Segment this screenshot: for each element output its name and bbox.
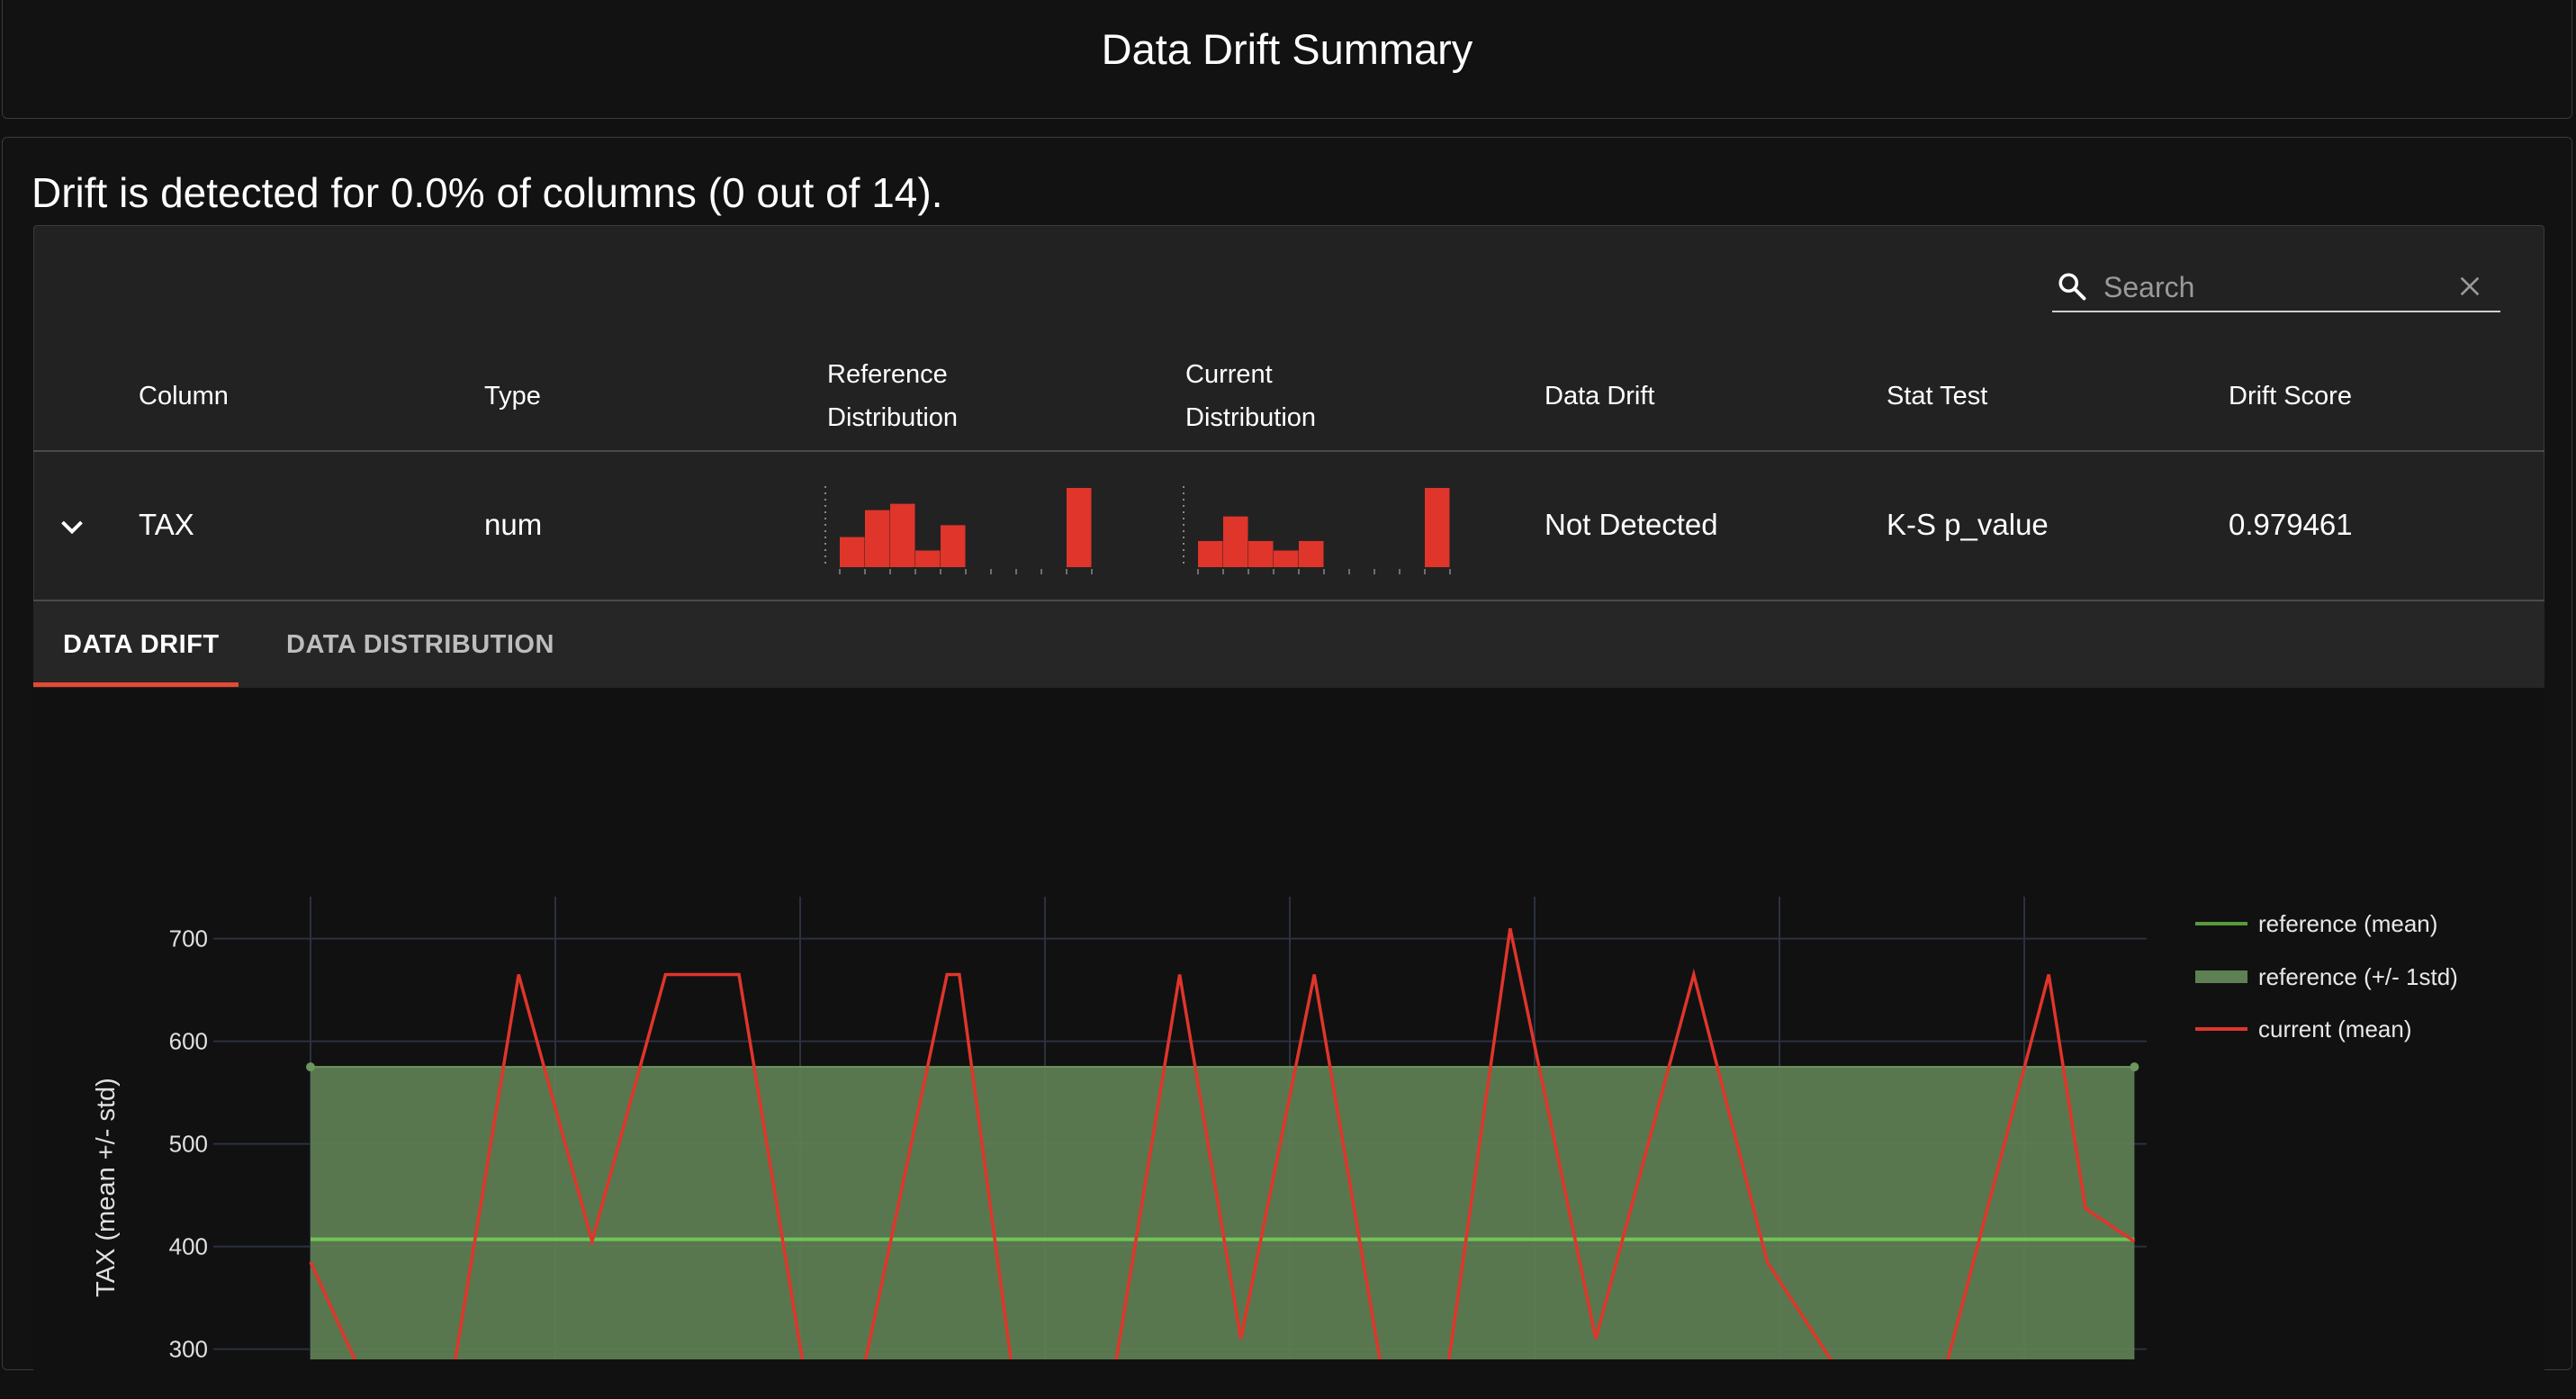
legend-swatch	[2195, 970, 2247, 983]
current-distribution-sparkline	[1183, 486, 1451, 574]
search-icon	[2058, 273, 2086, 301]
column-header-reference-line1: Reference	[827, 360, 948, 389]
summary-header-panel: Data Drift Summary	[2, 0, 2572, 119]
row-stat-test: K-S p_value	[1887, 508, 2049, 541]
y-tick-label: 500	[169, 1131, 208, 1158]
y-tick-label: 300	[169, 1336, 208, 1359]
band-marker	[306, 1062, 315, 1072]
column-header-type[interactable]: Type	[484, 375, 541, 418]
search-box[interactable]	[2052, 263, 2500, 312]
histogram-bar	[890, 503, 915, 567]
column-header-reference-distribution[interactable]: Reference Distribution	[827, 353, 958, 439]
histogram-bar	[1248, 540, 1274, 567]
histogram-bar	[1425, 488, 1450, 567]
close-icon[interactable]	[2455, 272, 2484, 301]
column-header-drift-score[interactable]: Drift Score	[2229, 375, 2352, 418]
column-header-column[interactable]: Column	[139, 375, 229, 418]
histogram-bar	[941, 525, 966, 567]
legend-label: reference (+/- 1std)	[2258, 963, 2458, 990]
y-tick-label: 700	[169, 925, 208, 952]
reference-distribution-sparkline	[824, 486, 1093, 574]
row-column-name: TAX	[139, 508, 194, 541]
chevron-down-icon[interactable]	[56, 511, 88, 544]
tab-data-drift[interactable]: DATA DRIFT	[63, 601, 220, 686]
histogram-bar	[840, 537, 865, 567]
histogram-bar	[1274, 550, 1299, 567]
histogram-bar	[865, 510, 890, 567]
row-type: num	[484, 508, 543, 541]
search-input[interactable]	[2102, 266, 2447, 308]
column-header-stat-test[interactable]: Stat Test	[1887, 375, 1987, 418]
column-header-reference-line2: Distribution	[827, 403, 959, 432]
drift-chart: 700 600 500 400 300 TAX (mean +/- std) referen…	[92, 897, 2458, 1359]
row-data-drift: Not Detected	[1545, 508, 1718, 541]
active-tab-indicator	[33, 682, 239, 687]
y-tick-label: 400	[169, 1233, 208, 1260]
column-header-data-drift[interactable]: Data Drift	[1545, 375, 1654, 418]
band-marker	[2130, 1062, 2139, 1072]
histogram-bar	[1223, 516, 1248, 567]
column-header-current-line2: Distribution	[1185, 403, 1317, 432]
drift-summary-text: Drift is detected for 0.0% of columns (0…	[32, 169, 943, 216]
histogram-bar	[1299, 540, 1324, 567]
row-drift-score: 0.979461	[2229, 508, 2353, 541]
y-axis-label: TAX (mean +/- std)	[92, 1078, 121, 1297]
legend-label: current (mean)	[2258, 1015, 2412, 1042]
histogram-bar	[1067, 488, 1092, 567]
column-header-current-line1: Current	[1185, 360, 1273, 389]
legend-label: reference (mean)	[2258, 910, 2437, 937]
column-header-current-distribution[interactable]: Current Distribution	[1185, 353, 1316, 439]
histogram-bar	[1198, 540, 1223, 567]
y-tick-label: 600	[169, 1028, 208, 1055]
histogram-bar	[915, 550, 941, 567]
tab-data-distribution[interactable]: DATA DISTRIBUTION	[286, 601, 554, 686]
header-divider	[33, 450, 2544, 452]
page-title: Data Drift Summary	[1101, 25, 1473, 73]
